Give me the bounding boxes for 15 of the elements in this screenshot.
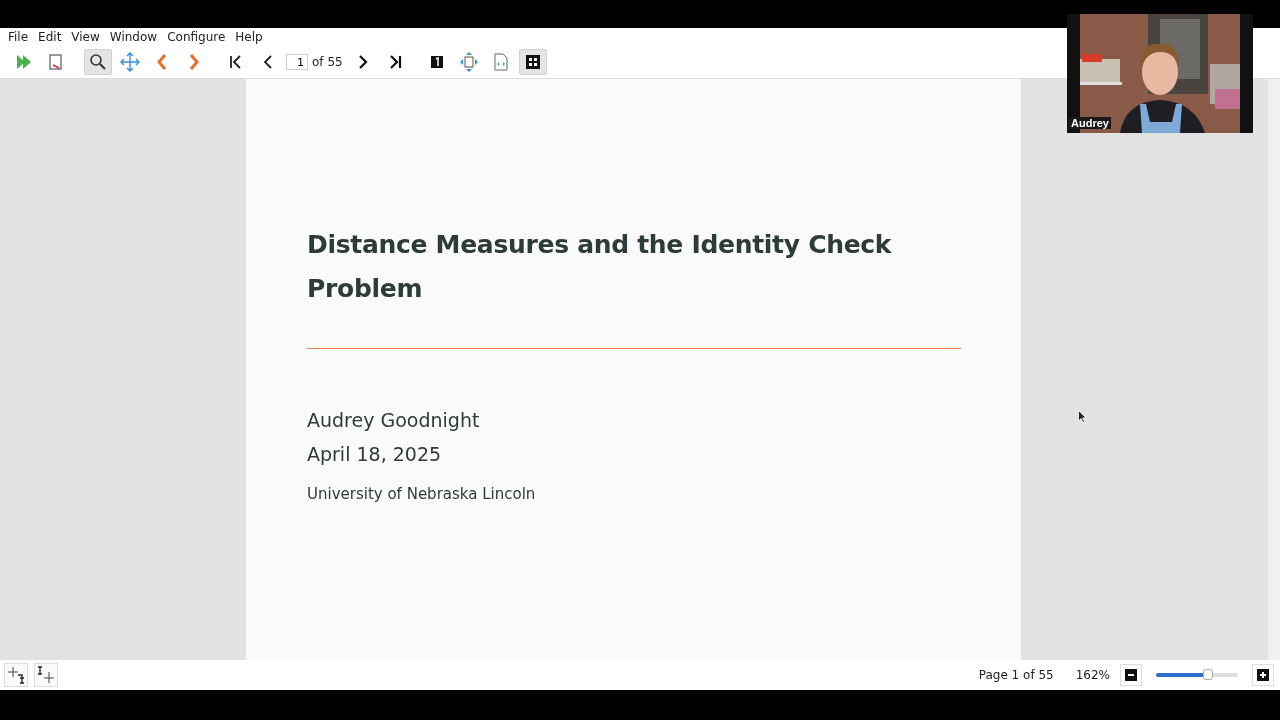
participant-name: Audrey bbox=[1069, 117, 1111, 129]
page-number-field[interactable]: 1 bbox=[286, 54, 308, 70]
institution-name: University of Nebraska Lincoln bbox=[307, 485, 537, 503]
slide-title: Distance Measures and the Identity Check Problem bbox=[307, 229, 893, 305]
zoom-percentage[interactable]: 162% bbox=[1075, 668, 1110, 682]
menu-item[interactable]: View bbox=[66, 30, 105, 44]
presentation-date: April 18, 2025 bbox=[307, 442, 443, 467]
menu-item[interactable]: Help bbox=[230, 30, 268, 44]
menu-item[interactable]: File bbox=[3, 30, 34, 44]
menu-item[interactable]: Edit bbox=[33, 30, 67, 44]
author-name: Audrey Goodnight bbox=[307, 408, 481, 433]
page-indicator: Page 1 of 55 bbox=[978, 668, 1054, 682]
menu-item[interactable]: Configure bbox=[162, 30, 231, 44]
page-count: of 55 bbox=[312, 55, 343, 69]
menu-item[interactable]: Window bbox=[104, 30, 163, 44]
